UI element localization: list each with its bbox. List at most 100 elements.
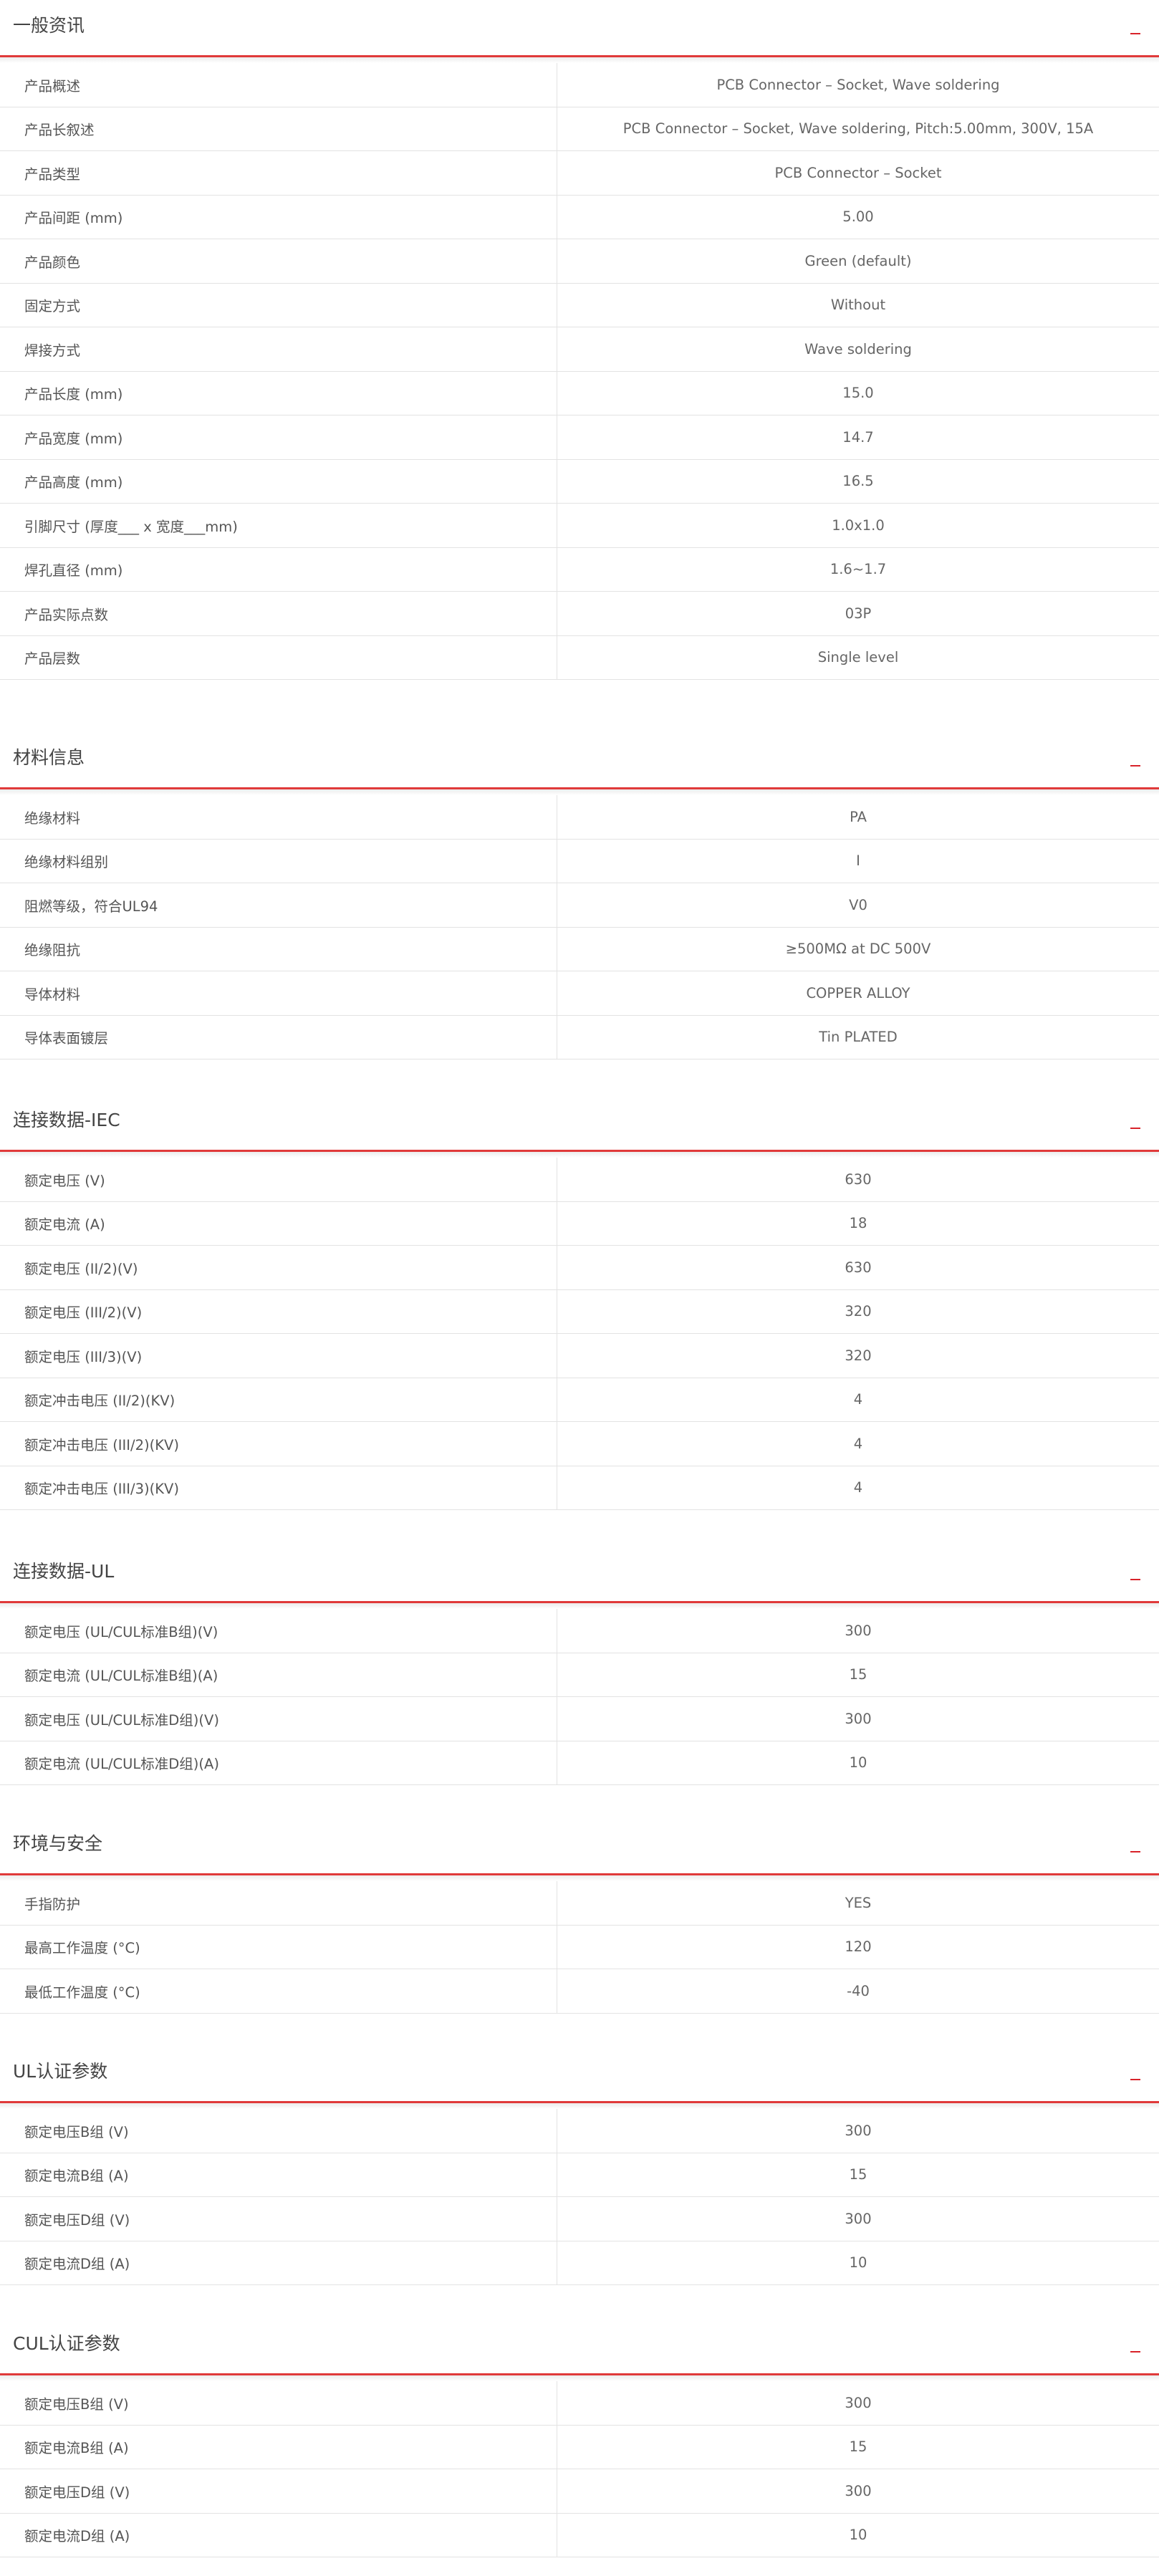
table-row: 固定方式 Without [0,283,1159,327]
section-divider [0,2373,1159,2375]
spec-value: 10 [849,2527,867,2544]
minus-icon[interactable] [1129,2344,1142,2354]
spec-label: 绝缘阻抗 [0,927,557,971]
table-row: 额定冲击电压 (III/3)(KV) 4 [0,1466,1159,1510]
spec-label: 产品长度 (mm) [0,371,557,415]
section-title: UL认证参数 [13,2061,108,2082]
section-connection-ul: 连接数据-UL 额定电压 (UL/CUL标准B组)(V) 300 额定电流 (UL/… [0,1546,1159,1785]
spec-label: 额定冲击电压 (III/3)(KV) [0,1466,557,1509]
spec-value: 18 [849,1215,867,1232]
spec-label: 产品宽度 (mm) [0,415,557,459]
table-row: 额定电流 (A) 18 [0,1201,1159,1246]
spec-label: 额定冲击电压 (II/2)(KV) [0,1378,557,1421]
spec-label: 手指防护 [0,1881,557,1925]
table-row: 导体材料 COPPER ALLOY [0,971,1159,1016]
table-row: 额定电流 (UL/CUL标准B组)(A) 15 [0,1653,1159,1697]
table-row: 额定电流 (UL/CUL标准D组)(A) 10 [0,1741,1159,1785]
table-row: 额定电压D组 (V) 300 [0,2197,1159,2241]
spec-label: 额定电流 (UL/CUL标准B组)(A) [0,1653,557,1696]
spec-value: Single level [817,649,899,666]
spec-label: 导体表面镀层 [0,1015,557,1059]
spec-value: 320 [845,1347,872,1364]
section-header[interactable]: CUL认证参数 [0,2318,1159,2375]
section-general-info: 一般资讯 产品概述 PCB Connector – Socket, Wave so… [0,0,1159,680]
spec-value: 300 [845,2394,872,2411]
table-row: 额定电压B组 (V) 300 [0,2381,1159,2426]
spec-value: 630 [845,1259,872,1276]
spec-label: 额定电压B组 (V) [0,2381,557,2425]
table-row: 焊接方式 Wave soldering [0,327,1159,372]
table-row: 最低工作温度 (°C) -40 [0,1969,1159,2014]
section-divider [0,55,1159,57]
minus-icon[interactable] [1129,758,1142,768]
table-row: 额定电流D组 (A) 10 [0,2513,1159,2557]
section-header[interactable]: 一般资讯 [0,0,1159,57]
spec-label: 阻燃等级，符合UL94 [0,883,557,927]
table-row: 产品类型 PCB Connector – Socket [0,151,1159,196]
spec-value: PCB Connector – Socket [774,164,942,181]
spec-label: 额定电压 (V) [0,1158,557,1201]
spec-table: 绝缘材料 PA 绝缘材料组别 I 阻燃等级，符合UL94 V0 绝缘阻抗 ≥500MΩ at … [0,795,1159,1059]
minus-icon[interactable] [1129,1844,1142,1854]
section-header[interactable]: UL认证参数 [0,2046,1159,2103]
spec-value: Without [830,297,886,314]
spec-label: 额定电压 (III/2)(V) [0,1289,557,1333]
table-row: 产品层数 Single level [0,635,1159,680]
minus-icon[interactable] [1129,26,1142,36]
spec-table: 手指防护 YES 最高工作温度 (°C) 120 最低工作温度 (°C) -40 [0,1881,1159,2014]
table-row: 额定冲击电压 (II/2)(KV) 4 [0,1378,1159,1422]
table-row: 额定电压 (III/3)(V) 320 [0,1334,1159,1378]
table-row: 产品长叙述 PCB Connector – Socket, Wave solder… [0,107,1159,151]
section-environment-safety: 环境与安全 手指防护 YES 最高工作温度 (°C) 120 最低工作温度 (°C) -4… [0,1818,1159,2014]
table-row: 导体表面镀层 Tin PLATED [0,1015,1159,1059]
spec-table: 额定电压 (V) 630 额定电流 (A) 18 额定电压 (II/2)(V) 630 额定… [0,1158,1159,1510]
table-row: 手指防护 YES [0,1881,1159,1926]
spec-value: 15 [849,1666,867,1683]
spec-label: 额定电流B组 (A) [0,2425,557,2469]
minus-icon[interactable] [1129,2072,1142,2082]
spec-value: 120 [845,1938,872,1956]
section-header[interactable]: 环境与安全 [0,1818,1159,1875]
spec-value: COPPER ALLOY [806,984,910,1001]
section-header[interactable]: 连接数据-UL [0,1546,1159,1603]
spec-value: Tin PLATED [819,1029,898,1046]
table-row: 额定电压 (II/2)(V) 630 [0,1246,1159,1290]
spec-label: 引脚尺寸 (厚度___ x 宽度___mm) [0,504,557,547]
spec-table: 额定电压B组 (V) 300 额定电流B组 (A) 15 额定电压D组 (V) 300 额定… [0,2381,1159,2557]
spec-label: 最低工作温度 (°C) [0,1969,557,2013]
spec-value: PA [850,808,867,825]
spec-table: 额定电压 (UL/CUL标准B组)(V) 300 额定电流 (UL/CUL标准B组)… [0,1609,1159,1785]
table-row: 产品间距 (mm) 5.00 [0,195,1159,239]
spec-label: 最高工作温度 (°C) [0,1925,557,1969]
section-header[interactable]: 连接数据-IEC [0,1095,1159,1152]
spec-label: 额定电压D组 (V) [0,2469,557,2513]
spec-value: 300 [845,2210,872,2227]
spec-value: 300 [845,1622,872,1639]
table-row: 产品颜色 Green (default) [0,239,1159,284]
spec-value: Green (default) [804,252,912,269]
spec-label: 绝缘材料 [0,795,557,839]
table-row: 引脚尺寸 (厚度___ x 宽度___mm) 1.0x1.0 [0,504,1159,548]
table-row: 额定电压B组 (V) 300 [0,2109,1159,2153]
table-row: 最高工作温度 (°C) 120 [0,1925,1159,1969]
spec-label: 额定电流D组 (A) [0,2241,557,2284]
minus-icon[interactable] [1129,1120,1142,1130]
section-header[interactable]: 材料信息 [0,732,1159,789]
spec-label: 额定电压B组 (V) [0,2109,557,2153]
section-divider [0,2101,1159,2103]
table-row: 产品概述 PCB Connector – Socket, Wave solderi… [0,63,1159,107]
spec-label: 额定电流D组 (A) [0,2513,557,2557]
spec-label: 额定冲击电压 (III/2)(KV) [0,1422,557,1466]
spec-label: 额定电流B组 (A) [0,2153,557,2196]
spec-value: 4 [853,1391,863,1408]
spec-value: 10 [849,2254,867,2272]
minus-icon[interactable] [1129,1572,1142,1582]
section-material-info: 材料信息 绝缘材料 PA 绝缘材料组别 I 阻燃等级，符合UL94 V0 绝缘阻抗 ≥500M… [0,732,1159,1059]
spec-value: V0 [849,896,867,913]
section-title: 材料信息 [13,747,85,768]
table-row: 焊孔直径 (mm) 1.6~1.7 [0,547,1159,592]
table-row: 额定电压D组 (V) 300 [0,2469,1159,2514]
spec-label: 额定电压D组 (V) [0,2197,557,2241]
section-title: 连接数据-UL [13,1561,115,1582]
spec-value: Wave soldering [804,340,912,357]
